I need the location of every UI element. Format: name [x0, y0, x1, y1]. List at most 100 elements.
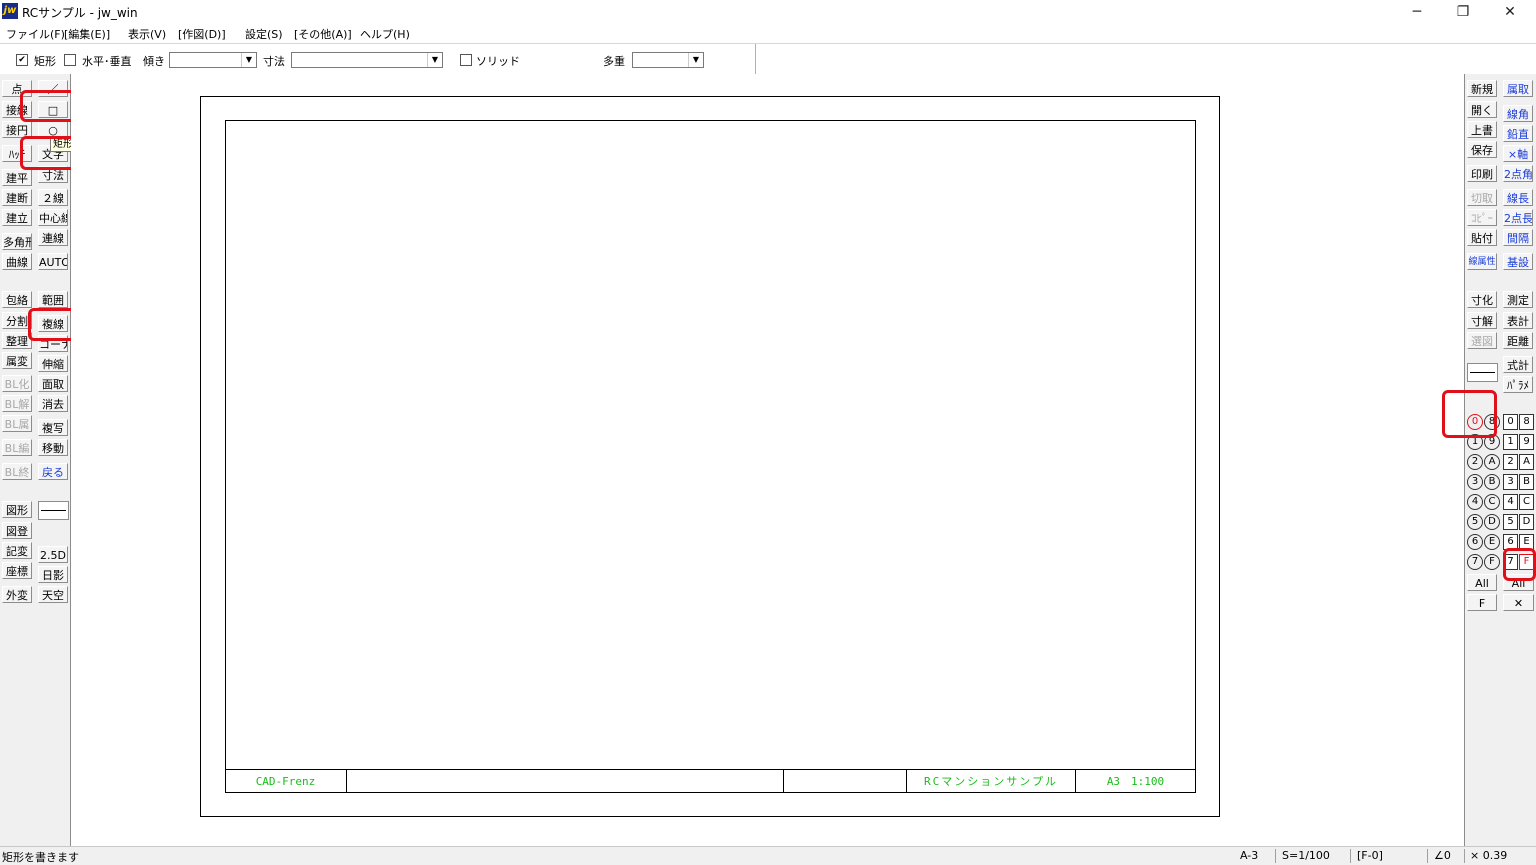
layer-4[interactable]: 4 [1503, 494, 1518, 510]
cmd-paste[interactable]: 貼付 [1467, 229, 1497, 246]
hv-checkbox[interactable] [64, 54, 76, 66]
solid-checkbox[interactable] [460, 54, 472, 66]
tool-stretch[interactable]: 伸縮 [38, 355, 68, 372]
tool-double-line[interactable]: ２線 [38, 189, 68, 206]
status-paper[interactable]: A-3 [1240, 849, 1258, 862]
cmd-distance[interactable]: 距離 [1503, 332, 1533, 349]
cmd-line-angle[interactable]: 線角 [1503, 105, 1533, 122]
menu-draw[interactable]: [作図(D)] [178, 26, 226, 42]
cmd-measure[interactable]: 測定 [1503, 291, 1533, 308]
cmd-line-length[interactable]: 線長 [1503, 189, 1533, 206]
layer-2[interactable]: 2 [1503, 454, 1518, 470]
line-style-preview[interactable] [38, 501, 69, 520]
layer-group-b[interactable]: B [1484, 474, 1500, 490]
close-button[interactable]: ✕ [1487, 0, 1533, 24]
layer-group-2[interactable]: 2 [1467, 454, 1483, 470]
tool-block-make[interactable]: BL化 [2, 375, 32, 392]
tool-move[interactable]: 移動 [38, 439, 68, 456]
cmd-save[interactable]: 保存 [1467, 141, 1497, 158]
menu-other[interactable]: [その他(A)] [294, 26, 352, 42]
layer-group-all-button[interactable]: All [1467, 574, 1497, 591]
tool-arch-plan[interactable]: 建平 [2, 169, 32, 186]
tilt-combo[interactable]: ▼ [169, 52, 257, 68]
tool-erase[interactable]: 消去 [38, 395, 68, 412]
menu-edit[interactable]: [編集(E)] [64, 26, 110, 42]
writing-line-preview[interactable] [1467, 363, 1498, 382]
status-angle[interactable]: ∠0 [1434, 849, 1451, 862]
tool-undo[interactable]: 戻る [38, 463, 68, 480]
dim-combo[interactable]: ▼ [291, 52, 443, 68]
tool-figure[interactable]: 図形 [2, 501, 32, 518]
status-factor[interactable]: × 0.39 [1470, 849, 1507, 862]
tool-center-line[interactable]: 中心線 [38, 209, 68, 226]
tool-symbol-change[interactable]: 記変 [2, 542, 32, 559]
cmd-open[interactable]: 開く [1467, 101, 1497, 118]
layer-group-a[interactable]: A [1484, 454, 1500, 470]
cmd-x-axis[interactable]: ×軸 [1503, 145, 1533, 162]
tool-curve[interactable]: 曲線 [2, 253, 32, 270]
layer-b[interactable]: B [1519, 474, 1534, 490]
layer-0[interactable]: 0 [1503, 414, 1518, 430]
restore-button[interactable]: ❐ [1440, 0, 1486, 24]
cmd-parametric[interactable]: ﾊﾟﾗﾒ [1503, 376, 1533, 393]
tool-shadow[interactable]: 日影 [38, 566, 68, 583]
cmd-2point-length[interactable]: 2点長 [1503, 209, 1533, 226]
cmd-dim-release[interactable]: 寸解 [1467, 312, 1497, 329]
cmd-2point-angle[interactable]: 2点角 [1503, 165, 1533, 182]
cmd-line-attr[interactable]: 線属性 [1467, 253, 1497, 270]
layer-5[interactable]: 5 [1503, 514, 1518, 530]
layer-group-f-button[interactable]: F [1467, 594, 1497, 611]
cmd-dim-make[interactable]: 寸化 [1467, 291, 1497, 308]
layer-group-7[interactable]: 7 [1467, 554, 1483, 570]
tool-coordinates[interactable]: 座標 [2, 562, 32, 579]
layer-group-e[interactable]: E [1484, 534, 1500, 550]
layer-3[interactable]: 3 [1503, 474, 1518, 490]
layer-c[interactable]: C [1519, 494, 1534, 510]
cmd-copy[interactable]: ｺﾋﾟｰ [1467, 209, 1497, 226]
cmd-cut[interactable]: 切取 [1467, 189, 1497, 206]
multi-combo[interactable]: ▼ [632, 52, 704, 68]
tool-continuous-line[interactable]: 連線 [38, 229, 68, 246]
layer-1[interactable]: 1 [1503, 434, 1518, 450]
layer-group-6[interactable]: 6 [1467, 534, 1483, 550]
layer-8[interactable]: 8 [1519, 414, 1534, 430]
tool-block-edit[interactable]: BL編 [2, 439, 32, 456]
tool-block-attr[interactable]: BL属 [2, 415, 32, 432]
tool-polygon[interactable]: 多角形 [2, 233, 32, 250]
layer-group-d[interactable]: D [1484, 514, 1500, 530]
tool-range[interactable]: 範囲 [38, 291, 68, 308]
cmd-overwrite[interactable]: 上書 [1467, 121, 1497, 138]
cmd-base-setting[interactable]: 基設 [1503, 253, 1533, 270]
tool-attr-change[interactable]: 属変 [2, 352, 32, 369]
layer-a[interactable]: A [1519, 454, 1534, 470]
layer-group-5[interactable]: 5 [1467, 514, 1483, 530]
tool-envelope[interactable]: 包絡 [2, 291, 32, 308]
layer-9[interactable]: 9 [1519, 434, 1534, 450]
cmd-new[interactable]: 新規 [1467, 80, 1497, 97]
minimize-button[interactable]: ─ [1394, 0, 1440, 24]
tool-figure-register[interactable]: 図登 [2, 522, 32, 539]
tool-block-release[interactable]: BL解 [2, 395, 32, 412]
cmd-print[interactable]: 印刷 [1467, 165, 1497, 182]
layer-d[interactable]: D [1519, 514, 1534, 530]
cmd-formula-calc[interactable]: 式計 [1503, 356, 1533, 373]
tool-copy[interactable]: 複写 [38, 419, 68, 436]
cmd-attr-get[interactable]: 属取 [1503, 80, 1533, 97]
tool-external-change[interactable]: 外変 [2, 586, 32, 603]
menu-settings[interactable]: 設定(S) [245, 26, 283, 42]
tool-2-5d[interactable]: 2.5D [38, 546, 68, 563]
rect-checkbox[interactable]: ✔ [16, 54, 28, 66]
tool-arch-elevation[interactable]: 建立 [2, 209, 32, 226]
menu-view[interactable]: 表示(V) [128, 26, 166, 42]
layer-group-3[interactable]: 3 [1467, 474, 1483, 490]
layer-group-c[interactable]: C [1484, 494, 1500, 510]
tool-chamfer[interactable]: 面取 [38, 375, 68, 392]
cmd-interval[interactable]: 間隔 [1503, 229, 1533, 246]
cmd-table-calc[interactable]: 表計 [1503, 312, 1533, 329]
tool-sky[interactable]: 天空 [38, 586, 68, 603]
menu-file[interactable]: ファイル(F) [6, 26, 65, 42]
cmd-vertical[interactable]: 鉛直 [1503, 125, 1533, 142]
status-scale[interactable]: S=1/100 [1282, 849, 1330, 862]
status-layer[interactable]: [F-0] [1357, 849, 1383, 862]
tool-auto[interactable]: AUTO [38, 253, 68, 270]
